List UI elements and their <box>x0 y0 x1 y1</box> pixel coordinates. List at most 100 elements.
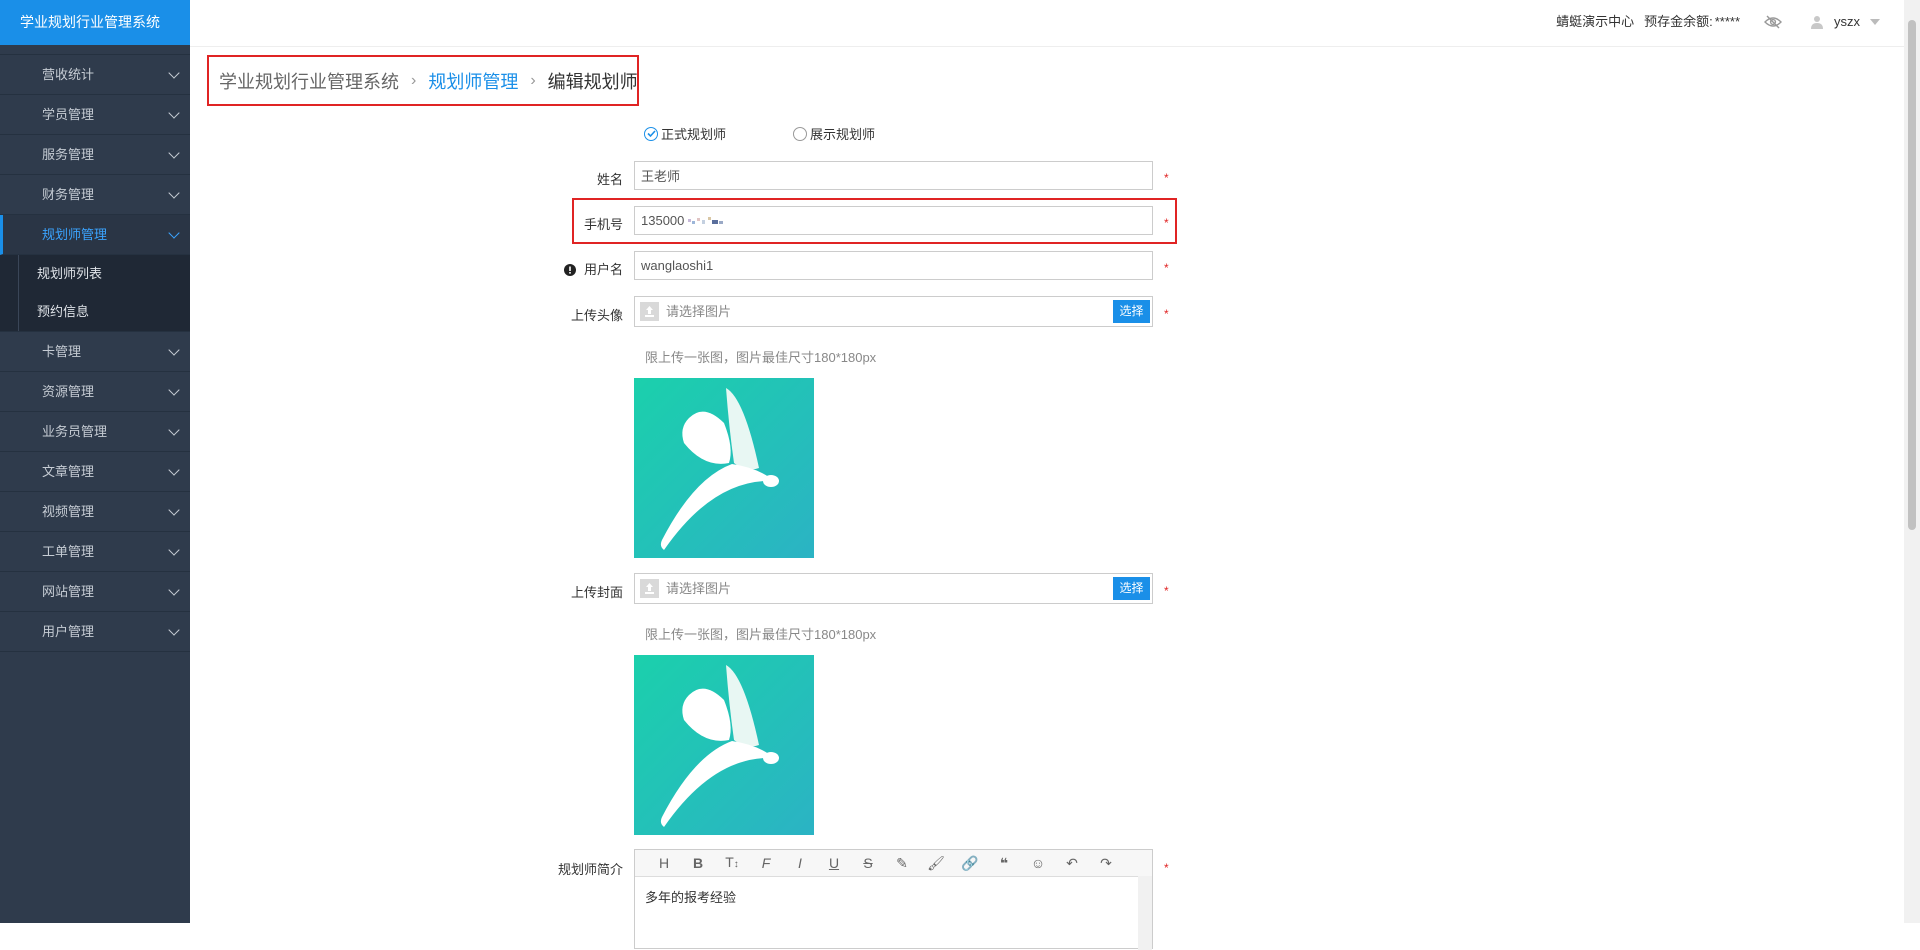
sidebar-menu: 营收统计 学员管理 服务管理 财务管理 规划师管理 规划师列表 预约信息 卡管理… <box>0 54 190 652</box>
top-bar-right: 蜻蜓演示中心 预存金余额: ***** yszx <box>1556 0 1880 44</box>
username-label: 用户名 <box>583 262 623 277</box>
radio-label: 正式规划师 <box>661 127 727 142</box>
cover-hint: 限上传一张图，图片最佳尺寸180*180px <box>645 627 877 642</box>
username-label-row: 用户名 <box>503 259 623 279</box>
bold-icon[interactable]: B <box>681 850 715 876</box>
sidebar-item-label: 网站管理 <box>42 584 95 599</box>
top-bar: 蜻蜓演示中心 预存金余额: ***** yszx <box>190 0 1920 47</box>
breadcrumb-current: 编辑规划师 <box>547 71 638 92</box>
sidebar-item-articles[interactable]: 文章管理 <box>0 452 190 492</box>
avatar-preview-image[interactable] <box>634 378 814 558</box>
sidebar-item-website[interactable]: 网站管理 <box>0 572 190 612</box>
sidebar-item-label: 文章管理 <box>42 464 95 479</box>
chevron-down-icon <box>168 147 180 159</box>
sidebar-item-planners[interactable]: 规划师管理 <box>0 215 190 255</box>
emoji-icon[interactable]: ☺ <box>1021 850 1055 876</box>
brush-icon[interactable]: 🖌 <box>919 850 953 876</box>
sidebar-item-students[interactable]: 学员管理 <box>0 95 190 135</box>
page-scrollbar[interactable] <box>1904 0 1920 923</box>
sidebar-item-label: 资源管理 <box>42 384 95 399</box>
strikethrough-icon[interactable]: S <box>851 850 885 876</box>
required-mark: * <box>1164 307 1169 321</box>
editor-scrollbar[interactable] <box>1138 876 1152 950</box>
undo-icon[interactable]: ↶ <box>1055 850 1089 876</box>
phone-input[interactable]: 135000 <box>634 206 1153 235</box>
sidebar-item-label: 业务员管理 <box>42 424 108 439</box>
name-input[interactable] <box>634 161 1153 190</box>
sidebar-item-services[interactable]: 服务管理 <box>0 135 190 175</box>
font-family-icon[interactable]: F <box>749 850 783 876</box>
pen-icon[interactable]: ✎ <box>885 850 919 876</box>
redo-icon[interactable]: ↷ <box>1089 850 1123 876</box>
avatar-upload-field[interactable]: 请选择图片 选择 <box>634 296 1153 327</box>
redacted-icon <box>688 208 726 235</box>
username[interactable]: yszx <box>1834 0 1860 44</box>
balance-value: ***** <box>1714 14 1740 29</box>
scrollbar-thumb[interactable] <box>1908 20 1916 530</box>
breadcrumb-root: 学业规划行业管理系统 <box>219 71 399 92</box>
breadcrumb-separator-icon: › <box>411 71 417 89</box>
name-label: 姓名 <box>596 172 623 187</box>
required-mark: * <box>1164 584 1169 598</box>
username-input[interactable] <box>634 251 1153 280</box>
chevron-down-icon <box>168 584 180 596</box>
sidebar-item-resources[interactable]: 资源管理 <box>0 372 190 412</box>
sidebar: 学业规划行业管理系统 营收统计 学员管理 服务管理 财务管理 规划师管理 规划师… <box>0 0 190 923</box>
chevron-down-icon <box>168 227 180 239</box>
breadcrumb-section-link[interactable]: 规划师管理 <box>428 68 518 94</box>
avatar-label: 上传头像 <box>570 308 623 323</box>
sidebar-item-tickets[interactable]: 工单管理 <box>0 532 190 572</box>
sidebar-item-label: 工单管理 <box>42 544 95 559</box>
heading-icon[interactable]: H <box>647 850 681 876</box>
sidebar-item-videos[interactable]: 视频管理 <box>0 492 190 532</box>
breadcrumb-separator-icon: › <box>530 71 536 89</box>
link-icon[interactable]: 🔗 <box>953 850 987 876</box>
chevron-down-icon <box>168 344 180 356</box>
sidebar-item-cards[interactable]: 卡管理 <box>0 332 190 372</box>
cover-preview-image[interactable] <box>634 655 814 835</box>
sidebar-item-label: 服务管理 <box>42 147 95 162</box>
caret-down-icon[interactable] <box>1870 19 1880 25</box>
sidebar-item-label: 卡管理 <box>42 344 82 359</box>
sidebar-item-revenue[interactable]: 营收统计 <box>0 55 190 95</box>
required-mark: * <box>1164 171 1169 185</box>
dragonfly-logo-icon <box>634 655 814 835</box>
chevron-down-icon <box>168 67 180 79</box>
eye-off-icon[interactable] <box>1764 15 1782 29</box>
avatar-select-button[interactable]: 选择 <box>1113 300 1150 323</box>
demo-center-link[interactable]: 蜻蜓演示中心 <box>1556 0 1634 44</box>
chevron-down-icon <box>168 384 180 396</box>
font-size-icon[interactable]: T↕ <box>715 849 749 878</box>
sidebar-item-users[interactable]: 用户管理 <box>0 612 190 652</box>
sidebar-item-salespeople[interactable]: 业务员管理 <box>0 412 190 452</box>
cover-placeholder: 请选择图片 <box>666 581 732 596</box>
underline-icon[interactable]: U <box>817 850 851 876</box>
phone-label: 手机号 <box>583 217 623 232</box>
required-mark: * <box>1164 261 1169 275</box>
user-avatar-icon <box>1810 15 1824 29</box>
editor-content[interactable]: 多年的报考经验 <box>635 877 1152 916</box>
submenu-planners: 规划师列表 预约信息 <box>0 255 190 332</box>
italic-icon[interactable]: I <box>783 850 817 876</box>
info-icon[interactable] <box>563 264 576 279</box>
breadcrumb: 学业规划行业管理系统 › 规划师管理 › 编辑规划师 <box>207 55 639 106</box>
sidebar-item-label: 学员管理 <box>42 107 95 122</box>
quote-icon[interactable]: ❝ <box>987 850 1021 876</box>
sidebar-subitem-planner-list[interactable]: 规划师列表 <box>18 255 190 293</box>
sidebar-subitem-appointments[interactable]: 预约信息 <box>18 293 190 331</box>
chevron-down-icon <box>168 624 180 636</box>
cover-upload-field[interactable]: 请选择图片 选择 <box>634 573 1153 604</box>
radio-official-planner[interactable]: 正式规划师 <box>644 124 726 143</box>
radio-checked-icon <box>644 126 658 141</box>
balance-label: 预存金余额: <box>1644 14 1713 29</box>
phone-value: 135000 <box>641 213 685 228</box>
cover-select-button[interactable]: 选择 <box>1113 577 1150 600</box>
rich-text-editor[interactable]: H B T↕ F I U S ✎ 🖌 🔗 ❝ ☺ ↶ ↷ 多年的报考经验 <box>634 849 1153 950</box>
sidebar-item-label: 营收统计 <box>42 67 95 82</box>
radio-display-planner[interactable]: 展示规划师 <box>793 124 875 143</box>
sidebar-item-finance[interactable]: 财务管理 <box>0 175 190 215</box>
intro-label: 规划师简介 <box>557 862 623 877</box>
app-title: 学业规划行业管理系统 <box>0 0 190 45</box>
sidebar-item-label: 视频管理 <box>42 504 95 519</box>
radio-label: 展示规划师 <box>810 127 876 142</box>
